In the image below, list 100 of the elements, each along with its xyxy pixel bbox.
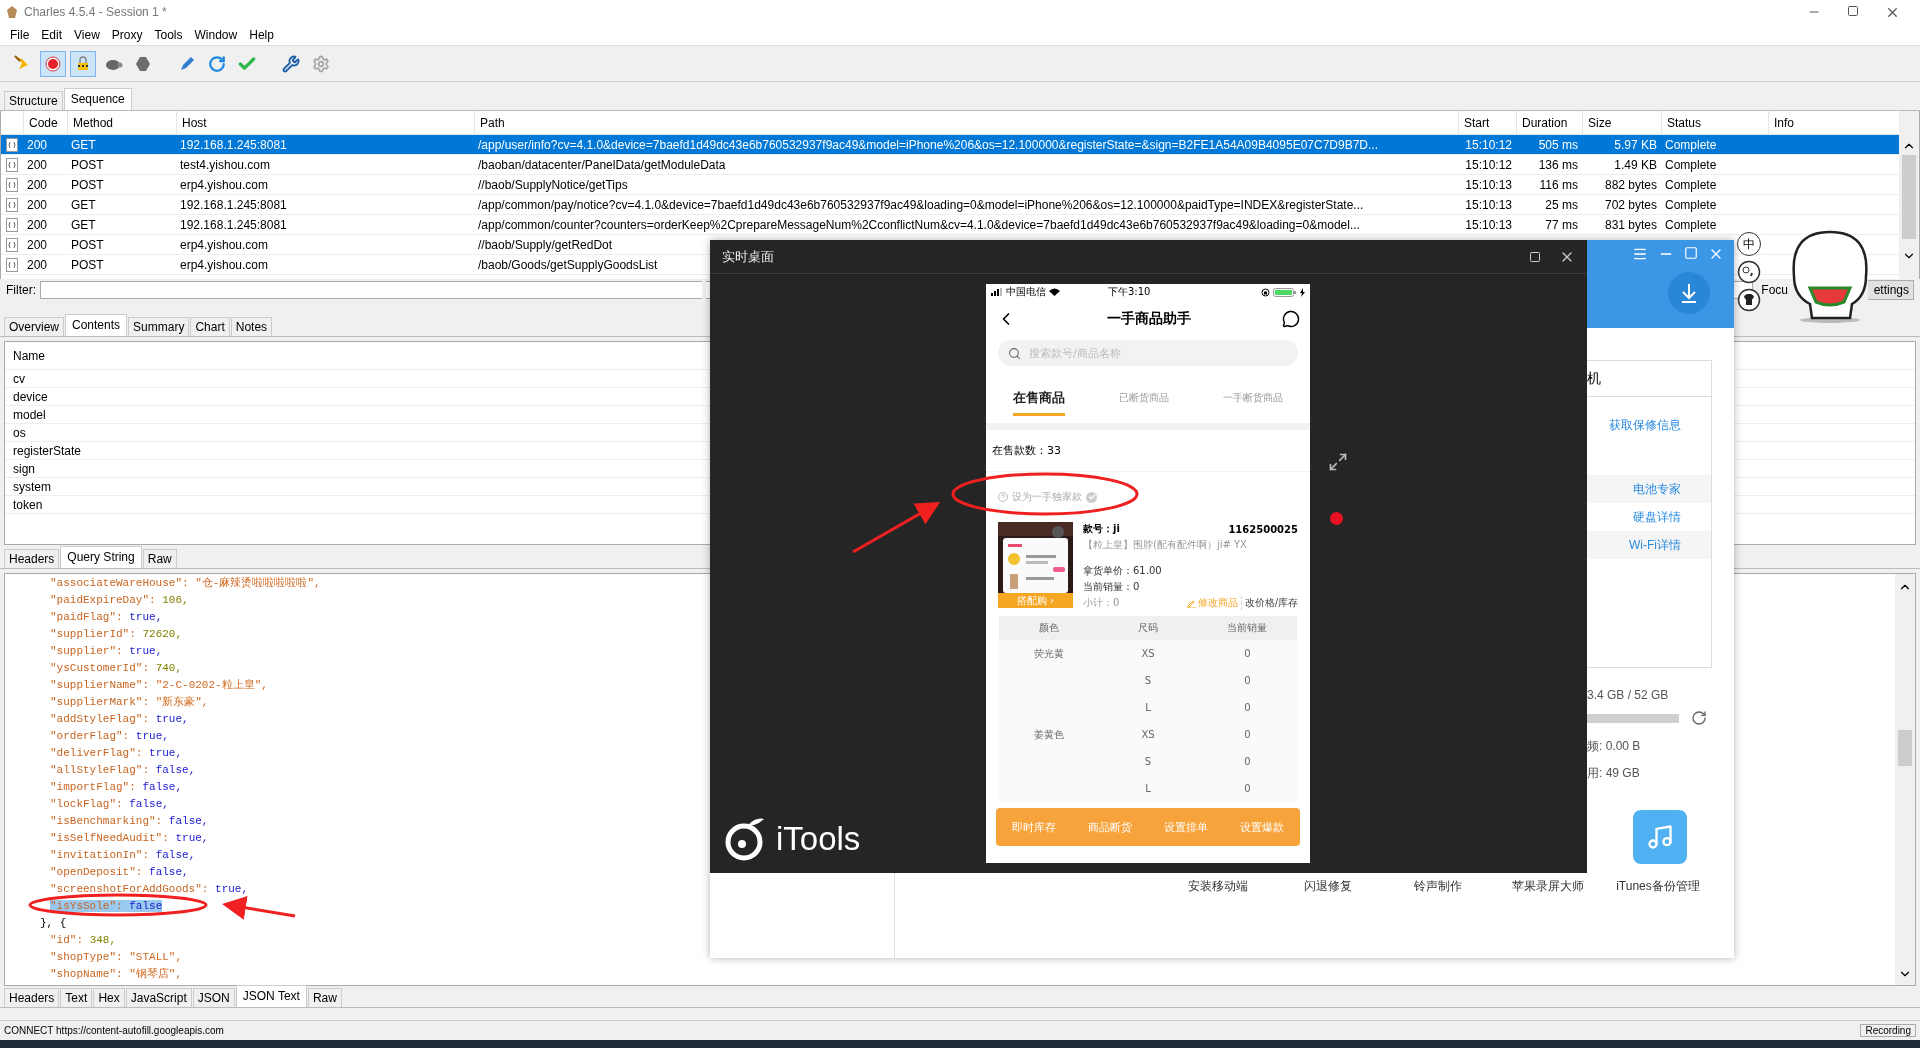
refresh-icon[interactable] bbox=[1691, 710, 1707, 726]
column-header[interactable]: Size bbox=[1582, 111, 1661, 134]
window-title: Charles 4.5.4 - Session 1 * bbox=[24, 5, 167, 19]
table-cell-text: 200 bbox=[26, 217, 49, 232]
request-row[interactable]: 200 POST test4.yishou.com /baoban/datacenter/PanelData/getModuleData 15:10:12 136 ms 1.49 KB Complete bbox=[1, 155, 1899, 175]
column-header[interactable]: Duration bbox=[1516, 111, 1582, 134]
menu-item[interactable]: Proxy bbox=[105, 27, 149, 42]
table-cell-text: 0 bbox=[1243, 648, 1252, 659]
table-cell-text: erp4.yishou.com bbox=[179, 257, 270, 272]
reprice-link[interactable]: 改价格/库存 bbox=[1240, 596, 1298, 610]
tab[interactable]: Raw bbox=[142, 549, 177, 568]
menu-item[interactable]: Edit bbox=[35, 27, 69, 42]
itunes-backup-button[interactable] bbox=[1633, 810, 1687, 864]
throttle-button[interactable] bbox=[70, 50, 96, 77]
record-button[interactable] bbox=[40, 50, 66, 77]
table-cell-text: POST bbox=[70, 237, 105, 252]
table-cell-text: L bbox=[1144, 702, 1152, 713]
table-cell-text: GET bbox=[70, 217, 97, 232]
search-icon bbox=[1008, 346, 1021, 360]
tab[interactable]: Summary bbox=[128, 317, 190, 336]
tab[interactable]: Text bbox=[60, 988, 93, 1007]
clock-text: 下午3:10 bbox=[1108, 285, 1151, 299]
table-cell-text: 15:10:13 bbox=[1464, 217, 1513, 232]
download-button[interactable] bbox=[1668, 272, 1710, 314]
app-label[interactable]: 安装移动端 bbox=[1163, 878, 1273, 958]
table-cell-text: GET bbox=[70, 197, 97, 212]
table-cell-text: 25 ms bbox=[1544, 197, 1579, 212]
tab[interactable]: Sequence bbox=[63, 88, 132, 110]
parameter-name: os bbox=[13, 425, 26, 440]
tab[interactable]: Headers bbox=[4, 988, 60, 1007]
settings-button[interactable]: ettings bbox=[1868, 280, 1914, 300]
subtotal: 小计：0 bbox=[1083, 596, 1120, 610]
column-header[interactable]: Method bbox=[67, 111, 176, 134]
table-cell-text: L bbox=[1144, 783, 1152, 794]
message-icon[interactable] bbox=[1282, 310, 1300, 328]
column-header[interactable]: Start bbox=[1458, 111, 1516, 134]
request-row[interactable]: 200 POST erp4.yishou.com //baob/SupplyNotice/getTips 15:10:13 116 ms 882 bytes Complete bbox=[1, 175, 1899, 195]
table-cell-text: POST bbox=[70, 177, 105, 192]
json-line: "orderFlag": true, bbox=[50, 729, 169, 742]
maximize-icon[interactable] bbox=[1529, 250, 1541, 263]
tab[interactable]: Query String bbox=[60, 546, 142, 568]
status-message: CONNECT https://content-autofill.googleapis.com bbox=[4, 1025, 224, 1036]
tab[interactable]: JSON bbox=[192, 988, 235, 1007]
app-label[interactable]: iTunes备份管理 bbox=[1603, 878, 1713, 958]
scrollbar-thumb[interactable] bbox=[1898, 730, 1912, 766]
app-label[interactable]: 苹果录屏大师 bbox=[1493, 878, 1603, 958]
tab[interactable]: JSON Text bbox=[235, 985, 307, 1007]
menu-icon[interactable] bbox=[1632, 246, 1648, 262]
exclusive-checkbox[interactable] bbox=[1086, 491, 1097, 503]
app-label[interactable]: 闪退修复 bbox=[1273, 878, 1383, 958]
current-sales: 当前销量：0 bbox=[1083, 580, 1141, 594]
document-icon bbox=[6, 197, 18, 212]
signal-icon bbox=[991, 288, 1003, 296]
json-line: "addStyleFlag": true, bbox=[50, 712, 189, 725]
tab[interactable]: Overview bbox=[4, 317, 64, 336]
tab[interactable]: Hex bbox=[93, 988, 125, 1007]
document-icon bbox=[6, 137, 18, 152]
tab[interactable]: Headers bbox=[4, 549, 60, 568]
column-header[interactable]: Path bbox=[474, 111, 1458, 134]
parameter-name: model bbox=[13, 407, 46, 422]
column-header[interactable]: Name bbox=[13, 348, 45, 363]
table-cell-text: 200 bbox=[26, 237, 49, 252]
product-name: 【粒上皇】围脖(配有配件啊）ji# YX bbox=[1083, 538, 1248, 552]
json-line: "importFlag": false, bbox=[50, 780, 183, 793]
app-label[interactable]: 铃声制作 bbox=[1383, 878, 1493, 958]
column-header[interactable]: Code bbox=[23, 111, 67, 134]
request-row[interactable] bbox=[1, 215, 1899, 235]
fullscreen-icon[interactable] bbox=[1328, 452, 1348, 472]
column-header[interactable]: Host bbox=[176, 111, 474, 134]
info-link[interactable]: 电池专家 bbox=[1587, 475, 1711, 503]
shirt-icon[interactable] bbox=[1737, 288, 1761, 312]
tab[interactable]: Contents bbox=[65, 314, 128, 336]
tab[interactable]: Structure bbox=[4, 91, 63, 110]
menu-item[interactable]: File bbox=[4, 27, 36, 42]
json-line: "allStyleFlag": false, bbox=[50, 763, 196, 776]
menu-item[interactable]: Window bbox=[188, 27, 244, 42]
filter-field[interactable] bbox=[40, 281, 702, 299]
tab[interactable]: Chart bbox=[190, 317, 230, 336]
request-row[interactable] bbox=[1, 195, 1899, 215]
column-header[interactable]: Status bbox=[1661, 111, 1768, 134]
product-tab[interactable]: 在售商品 bbox=[1013, 383, 1065, 416]
charging-icon bbox=[1300, 287, 1305, 297]
json-line: "supplierId": 72620, bbox=[50, 627, 183, 640]
scrollbar-thumb[interactable] bbox=[1902, 155, 1916, 239]
product-number: 1162500025 bbox=[1228, 523, 1298, 535]
punctuation-icon[interactable] bbox=[1737, 260, 1761, 284]
table-cell-text: POST bbox=[70, 257, 105, 272]
tab[interactable]: Raw bbox=[307, 988, 342, 1007]
table-cell-text: 192.168.1.245:8081 bbox=[179, 217, 288, 232]
carrier-text: 中国电信 bbox=[1006, 285, 1046, 299]
table-cell-text: 0 bbox=[1243, 702, 1252, 713]
tab[interactable]: JavaScript bbox=[125, 988, 192, 1007]
menu-item[interactable]: Help bbox=[243, 27, 280, 42]
table-cell-text: 136 ms bbox=[1537, 157, 1579, 172]
tab[interactable]: Notes bbox=[230, 317, 273, 336]
menu-item[interactable]: View bbox=[68, 27, 106, 42]
menu-item[interactable]: Tools bbox=[148, 27, 189, 42]
table-cell-text: 200 bbox=[26, 197, 49, 212]
restore-icon[interactable] bbox=[1847, 4, 1859, 17]
json-line: "ysCustomerId": 740, bbox=[50, 661, 183, 674]
